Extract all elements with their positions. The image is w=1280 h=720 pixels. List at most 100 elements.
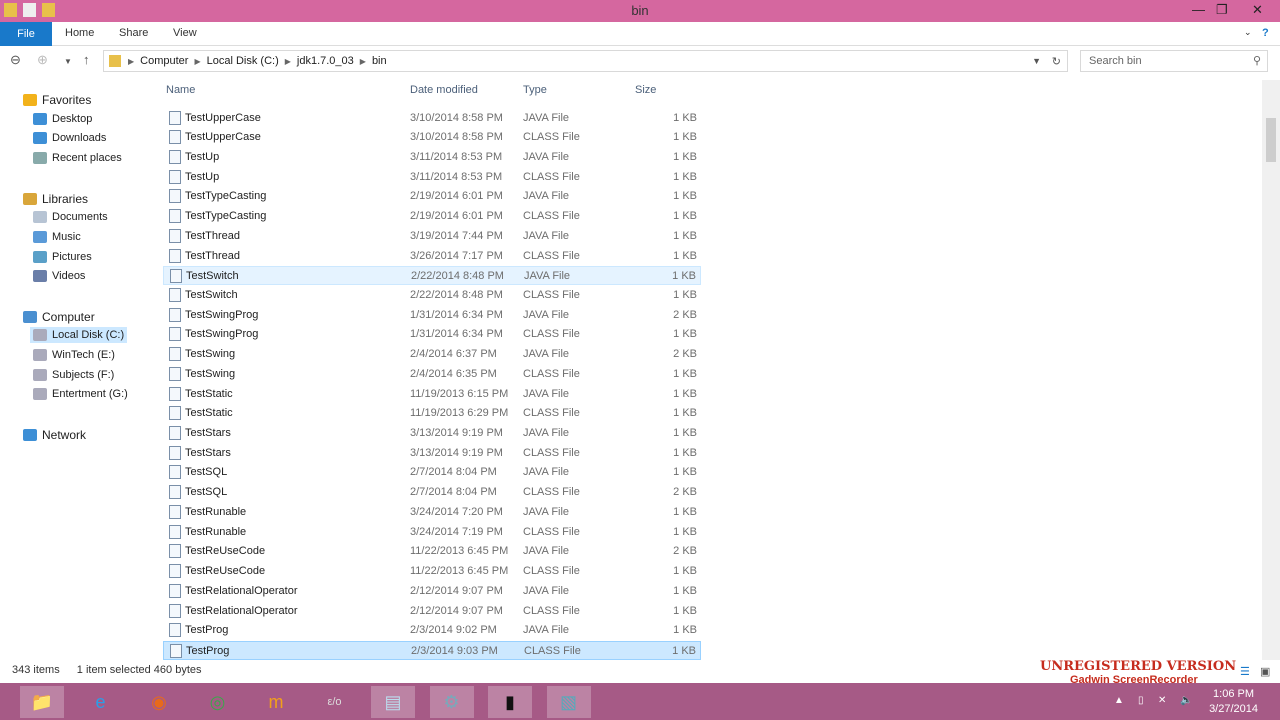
pictures-icon <box>33 251 47 263</box>
breadcrumb-computer[interactable]: Computer <box>140 55 188 67</box>
close-button[interactable]: ✕ <box>1252 2 1263 18</box>
file-row[interactable]: TestProg 2/3/2014 9:03 PM CLASS File 1 KB <box>163 640 701 660</box>
column-date-modified[interactable]: Date modified <box>410 84 478 96</box>
clock[interactable]: 1:06 PM 3/27/2014 <box>1209 687 1258 717</box>
file-row[interactable]: TestSwitch 2/22/2014 8:48 PM CLASS File 1 K… <box>163 286 701 305</box>
sidebar-item-subjects-f[interactable]: Subjects (F:) <box>30 367 117 383</box>
tab-home[interactable]: Home <box>65 27 94 39</box>
up-button[interactable]: ↑ <box>83 52 90 67</box>
file-row[interactable]: TestSQL 2/7/2014 8:04 PM JAVA File 1 KB <box>163 463 701 482</box>
file-row[interactable]: TestStatic 11/19/2013 6:15 PM JAVA File 1 K… <box>163 385 701 404</box>
file-row[interactable]: TestUp 3/11/2014 8:53 PM JAVA File 1 KB <box>163 148 701 167</box>
minimize-button[interactable]: — <box>1192 2 1205 17</box>
file-row-partial[interactable] <box>163 98 701 108</box>
internet-explorer-icon[interactable]: e <box>79 686 123 718</box>
file-row[interactable]: TestSwing 2/4/2014 6:37 PM JAVA File 2 KB <box>163 345 701 364</box>
file-name: TestTypeCasting <box>185 190 267 203</box>
notepad-icon[interactable]: ▤ <box>371 686 415 718</box>
file-size: 2 KB <box>673 545 697 558</box>
maximize-button[interactable]: ❐ <box>1216 2 1228 18</box>
details-view-icon[interactable]: ☰ <box>1240 665 1250 678</box>
recent-locations-icon[interactable]: ▼ <box>64 57 72 66</box>
firefox-icon[interactable]: ◉ <box>137 686 181 718</box>
evo-icon[interactable]: ε/ο <box>313 686 357 718</box>
file-row[interactable]: TestStatic 11/19/2013 6:29 PM CLASS File 1 … <box>163 404 701 423</box>
sidebar-item-network[interactable]: Network <box>20 426 89 444</box>
file-row[interactable]: TestRunable 3/24/2014 7:19 PM CLASS File 1 … <box>163 523 701 542</box>
sidebar-item-music[interactable]: Music <box>30 229 84 245</box>
file-row[interactable]: TestProg 2/3/2014 9:02 PM JAVA File 1 KB <box>163 621 701 640</box>
sidebar-item-wintech-e[interactable]: WinTech (E:) <box>30 347 118 363</box>
scrollbar-thumb[interactable] <box>1266 118 1276 162</box>
tab-share[interactable]: Share <box>119 27 148 39</box>
file-row[interactable]: TestTypeCasting 2/19/2014 6:01 PM CLASS Fi… <box>163 207 701 226</box>
sidebar-item-favorites[interactable]: Favorites <box>20 91 94 109</box>
file-row[interactable]: TestThread 3/19/2014 7:44 PM JAVA File 1 KB <box>163 227 701 246</box>
file-name: TestSwingProg <box>185 328 259 341</box>
sidebar-item-downloads[interactable]: Downloads <box>30 130 109 146</box>
file-explorer-icon[interactable]: 📁 <box>20 686 64 718</box>
tab-view[interactable]: View <box>173 27 197 39</box>
sidebar-item-entertment-g[interactable]: Entertment (G:) <box>30 386 131 402</box>
file-row[interactable]: TestSwitch 2/22/2014 8:48 PM JAVA File 1 KB <box>163 266 701 286</box>
column-type[interactable]: Type <box>523 84 547 96</box>
vertical-scrollbar[interactable] <box>1262 80 1280 660</box>
file-row[interactable]: TestReUseCode 11/22/2013 6:45 PM CLASS Fil… <box>163 562 701 581</box>
breadcrumb-local-disk[interactable]: Local Disk (C:) <box>207 55 279 67</box>
chrome-icon[interactable]: ◎ <box>196 686 240 718</box>
sidebar-item-computer[interactable]: Computer <box>20 308 98 326</box>
file-row[interactable]: TestUp 3/11/2014 8:53 PM CLASS File 1 KB <box>163 168 701 187</box>
file-date: 3/19/2014 7:44 PM <box>410 229 503 242</box>
back-button[interactable]: ⊖ <box>10 52 21 68</box>
file-type: JAVA File <box>523 111 570 124</box>
file-icon <box>169 169 181 184</box>
file-type: CLASS File <box>523 170 580 183</box>
file-tab[interactable]: File <box>0 22 52 46</box>
file-name: TestSwing <box>185 367 236 380</box>
expand-ribbon-icon[interactable]: ⌄ <box>1244 27 1252 38</box>
large-icons-view-icon[interactable]: ▣ <box>1260 665 1270 678</box>
sidebar-item-recent-places[interactable]: Recent places <box>30 150 125 166</box>
file-row[interactable]: TestUpperCase 3/10/2014 8:58 PM CLASS File… <box>163 128 701 147</box>
sidebar-item-videos[interactable]: Videos <box>30 268 88 284</box>
file-row[interactable]: TestSwingProg 1/31/2014 6:34 PM CLASS File… <box>163 325 701 344</box>
sidebar-item-label: Documents <box>52 211 108 223</box>
column-size[interactable]: Size <box>635 84 656 96</box>
file-row[interactable]: TestThread 3/26/2014 7:17 PM CLASS File 1 K… <box>163 247 701 266</box>
file-size: 1 KB <box>673 170 697 183</box>
file-row[interactable]: TestSwing 2/4/2014 6:35 PM CLASS File 1 KB <box>163 365 701 384</box>
command-prompt-icon[interactable]: ▮ <box>488 686 532 718</box>
file-row[interactable]: TestTypeCasting 2/19/2014 6:01 PM JAVA Fil… <box>163 187 701 206</box>
forward-button[interactable]: ⊕ <box>37 52 48 68</box>
sidebar-item-local-disk-c[interactable]: Local Disk (C:) <box>30 327 128 343</box>
sidebar-item-desktop[interactable]: Desktop <box>30 111 95 127</box>
file-size: 1 KB <box>673 584 697 597</box>
sidebar-item-libraries[interactable]: Libraries <box>20 190 91 208</box>
file-row[interactable]: TestUpperCase 3/10/2014 8:58 PM JAVA File 1… <box>163 109 701 128</box>
file-row[interactable]: TestStars 3/13/2014 9:19 PM JAVA File 1 KB <box>163 424 701 443</box>
breadcrumb-jdk[interactable]: jdk1.7.0_03 <box>297 55 354 67</box>
file-row[interactable]: TestSQL 2/7/2014 8:04 PM CLASS File 2 KB <box>163 483 701 502</box>
control-panel-icon[interactable]: ⚙ <box>429 686 474 718</box>
sidebar-item-pictures[interactable]: Pictures <box>30 249 95 265</box>
volume-icon[interactable]: 🔈 <box>1180 695 1192 706</box>
battery-icon[interactable]: ▯ <box>1138 695 1144 706</box>
help-icon[interactable]: ? <box>1262 27 1269 39</box>
search-input[interactable]: Search bin ⚲ <box>1080 50 1268 72</box>
network-icon[interactable]: ✕ <box>1158 695 1166 706</box>
column-name[interactable]: Name <box>166 84 195 96</box>
file-row[interactable]: TestSwingProg 1/31/2014 6:34 PM JAVA File 2… <box>163 306 701 325</box>
breadcrumb-bin[interactable]: bin <box>372 55 387 67</box>
file-row[interactable]: TestStars 3/13/2014 9:19 PM CLASS File 1 KB <box>163 444 701 463</box>
file-row[interactable]: TestRelationalOperator 2/12/2014 9:07 PM C… <box>163 602 701 621</box>
show-hidden-icons[interactable]: ▲ <box>1114 695 1124 706</box>
file-row[interactable]: TestRelationalOperator 2/12/2014 9:07 PM J… <box>163 582 701 601</box>
address-dropdown-icon[interactable]: ▼ <box>1032 56 1041 66</box>
file-row[interactable]: TestRunable 3/24/2014 7:20 PM JAVA File 1 K… <box>163 503 701 522</box>
photo-viewer-icon[interactable]: ▧ <box>546 686 591 718</box>
refresh-icon[interactable]: ↻ <box>1052 55 1061 68</box>
file-row[interactable]: TestReUseCode 11/22/2013 6:45 PM JAVA File… <box>163 542 701 561</box>
sidebar-item-documents[interactable]: Documents <box>30 209 111 225</box>
address-bar[interactable]: ▶ Computer ▶ Local Disk (C:) ▶ jdk1.7.0_03 … <box>103 50 1068 72</box>
app-icon[interactable]: m <box>254 686 298 718</box>
